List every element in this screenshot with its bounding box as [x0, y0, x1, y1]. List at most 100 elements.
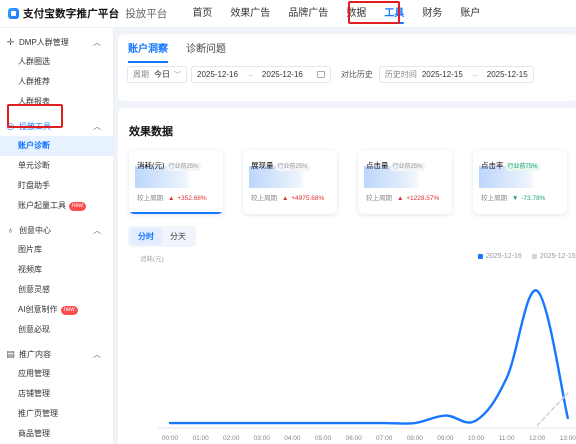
top-navigation-bar: 支付宝数字推广平台 投放平台 首页 效果广告 品牌广告 数据 工具 财务 账户 [0, 0, 576, 28]
metric-name-text: 展现量 [251, 161, 274, 170]
sidebar-item-audience-recommend[interactable]: 人群推荐 [0, 72, 113, 92]
sidebar-group-ad-tools[interactable]: ◎ 投放工具 ︿ [0, 116, 113, 136]
metric-compare: 较上周期 ▲ +4975.68% [251, 192, 324, 202]
compare-label: 较上周期 [366, 195, 392, 202]
industry-badge: 行业前25% [275, 163, 310, 171]
metric-card-ctr[interactable]: 点击率 行业前75% 较上周期 ▼ -73.78% [473, 150, 567, 214]
sidebar-item-image-library[interactable]: 图片库 [0, 240, 113, 260]
sidebar-item-app-manage[interactable]: 应用管理 [0, 364, 113, 384]
sidebar-group-creative[interactable]: ♁ 创意中心 ︿ [0, 220, 113, 240]
x-tick-label: 09:00 [437, 435, 454, 442]
chevron-up-icon: ︿ [93, 225, 101, 235]
history-end-date: 2025-12-15 [486, 70, 528, 79]
tab-diagnosis-issues[interactable]: 诊断问题 [186, 34, 226, 66]
sidebar: ✛ DMP人群管理 ︿ 人群圈选 人群推荐 人群报表 ◎ 投放工具 ︿ 账户诊断… [0, 28, 114, 444]
sidebar-group-promo-content[interactable]: ▤ 推广内容 ︿ [0, 344, 113, 364]
sidebar-item-account-diagnosis[interactable]: 账户诊断 [0, 136, 113, 156]
sidebar-item-creative-inspiration[interactable]: 创意灵感 [0, 280, 113, 300]
sidebar-item-monitor-assistant[interactable]: 盯盘助手 [0, 176, 113, 196]
sidebar-group-title: DMP人群管理 [19, 37, 69, 47]
logo[interactable]: 支付宝数字推广平台 投放平台 [8, 6, 167, 21]
series-line-2025-12-16[interactable] [168, 289, 569, 425]
metric-compare: 较上周期 ▲ +1228.57% [366, 192, 439, 202]
x-tick-label: 00:00 [162, 435, 179, 442]
metric-card-spend[interactable]: 消耗(元) 行业前25% 较上周期 ▲ +352.68% [129, 150, 223, 214]
trend-up-icon: ▲ [397, 195, 404, 202]
target-icon: ◎ [6, 120, 15, 131]
granularity-toggle: 分时 分天 [128, 226, 196, 247]
sidebar-group-title: 推广内容 [19, 349, 51, 359]
sidebar-item-boost-tool[interactable]: 账户起量工具 new [0, 196, 113, 216]
start-date: 2025-12-16 [197, 70, 238, 79]
filter-row: 周期 今日 ﹀ 2025-12-16 → 2025-12-16 对比历史 历史时… [118, 66, 576, 83]
nav-data[interactable]: 数据 [337, 0, 375, 28]
sidebar-item-audience-report[interactable]: 人群报表 [0, 92, 113, 112]
sidebar-group-dmp[interactable]: ✛ DMP人群管理 ︿ [0, 32, 113, 52]
nav-finance[interactable]: 财务 [413, 0, 451, 28]
industry-badge: 行业前25% [390, 163, 425, 171]
metric-compare: 较上周期 ▲ +352.68% [137, 192, 207, 202]
x-tick-label: 11:00 [499, 435, 515, 442]
metric-card-clicks[interactable]: 点击量 行业前25% 较上周期 ▲ +1228.57% [358, 150, 452, 214]
nav-tools[interactable]: 工具 [375, 0, 413, 28]
nav-performance-ads[interactable]: 效果广告 [221, 0, 279, 28]
tab-account-insight[interactable]: 账户洞察 [128, 34, 168, 66]
x-tick-label: 06:00 [345, 435, 362, 442]
metric-name-text: 点击量 [366, 161, 389, 170]
metric-name: 点击率 行业前75% [481, 160, 540, 171]
trend-up-icon: ▲ [168, 195, 175, 202]
sidebar-item-label: AI创意制作 [18, 305, 58, 314]
sidebar-item-unit-diagnosis[interactable]: 单元诊断 [0, 156, 113, 176]
x-tick-label: 07:00 [376, 435, 393, 442]
sidebar-item-landing-manage[interactable]: 推广页管理 [0, 404, 113, 424]
x-tick-label: 12:00 [529, 435, 546, 442]
date-range-picker[interactable]: 2025-12-16 → 2025-12-16 [191, 66, 331, 83]
compare-label: 较上周期 [137, 195, 163, 202]
metric-name-text: 消耗(元) [137, 161, 165, 170]
change-value: +1228.57% [406, 195, 440, 202]
toggle-daily[interactable]: 分天 [162, 228, 194, 245]
toggle-hourly[interactable]: 分时 [130, 228, 162, 245]
nav-home[interactable]: 首页 [183, 0, 221, 28]
x-tick-label: 01:00 [192, 435, 209, 442]
brand-subtitle: 投放平台 [125, 8, 168, 20]
alipay-logo-icon [8, 8, 19, 19]
sidebar-group-title: 投放工具 [19, 121, 51, 131]
chevron-up-icon: ︿ [93, 121, 101, 131]
metric-card-impressions[interactable]: 展现量 行业前25% 较上周期 ▲ +4975.68% [243, 150, 337, 214]
trend-down-icon: ▼ [512, 195, 519, 202]
selected-indicator [358, 212, 452, 214]
crosshair-icon: ✛ [6, 36, 15, 47]
metric-compare: 较上周期 ▼ -73.78% [481, 192, 545, 202]
sidebar-item-audience-select[interactable]: 人群圈选 [0, 52, 113, 72]
sidebar-item-label: 账户起量工具 [18, 201, 66, 210]
selected-indicator [473, 212, 567, 214]
sidebar-item-product-manage[interactable]: 商品管理 [0, 424, 113, 444]
nav-brand-ads[interactable]: 品牌广告 [279, 0, 337, 28]
history-start-date: 2025-12-15 [421, 70, 463, 79]
end-date: 2025-12-16 [261, 70, 303, 79]
sidebar-item-store-manage[interactable]: 店铺管理 [0, 384, 113, 404]
metric-name: 消耗(元) 行业前25% [137, 160, 201, 171]
sidebar-item-ai-creative[interactable]: AI创意制作 new [0, 300, 113, 320]
metric-name-text: 点击率 [481, 161, 504, 170]
period-label: 周期 [133, 70, 149, 79]
metric-name: 展现量 行业前25% [251, 160, 310, 171]
new-badge: new [60, 305, 78, 315]
history-date-range-picker[interactable]: 历史时间 2025-12-15 → 2025-12-15 [378, 66, 534, 83]
main-nav: 首页 效果广告 品牌广告 数据 工具 财务 账户 [183, 0, 489, 28]
series-line-2025-12-15[interactable] [536, 392, 569, 427]
arrow-right-icon: → [245, 70, 254, 79]
arrow-right-icon: → [470, 70, 479, 79]
sidebar-item-creative-must[interactable]: 创意必现 [0, 320, 113, 340]
x-tick-label: 13:00 [560, 435, 576, 442]
sidebar-item-video-library[interactable]: 视频库 [0, 260, 113, 280]
nav-account[interactable]: 账户 [451, 0, 489, 28]
spend-line-chart: 00:00 01:00 02:00 03:00 04:00 05:00 06:00 07:00… [158, 289, 576, 442]
chevron-up-icon: ︿ [93, 37, 101, 47]
x-tick-label: 02:00 [223, 435, 240, 442]
history-label: 历史时间 [384, 70, 417, 79]
period-select[interactable]: 周期 今日 ﹀ [127, 66, 187, 83]
metric-name: 点击量 行业前25% [366, 160, 425, 171]
compare-label: 较上周期 [481, 195, 507, 202]
